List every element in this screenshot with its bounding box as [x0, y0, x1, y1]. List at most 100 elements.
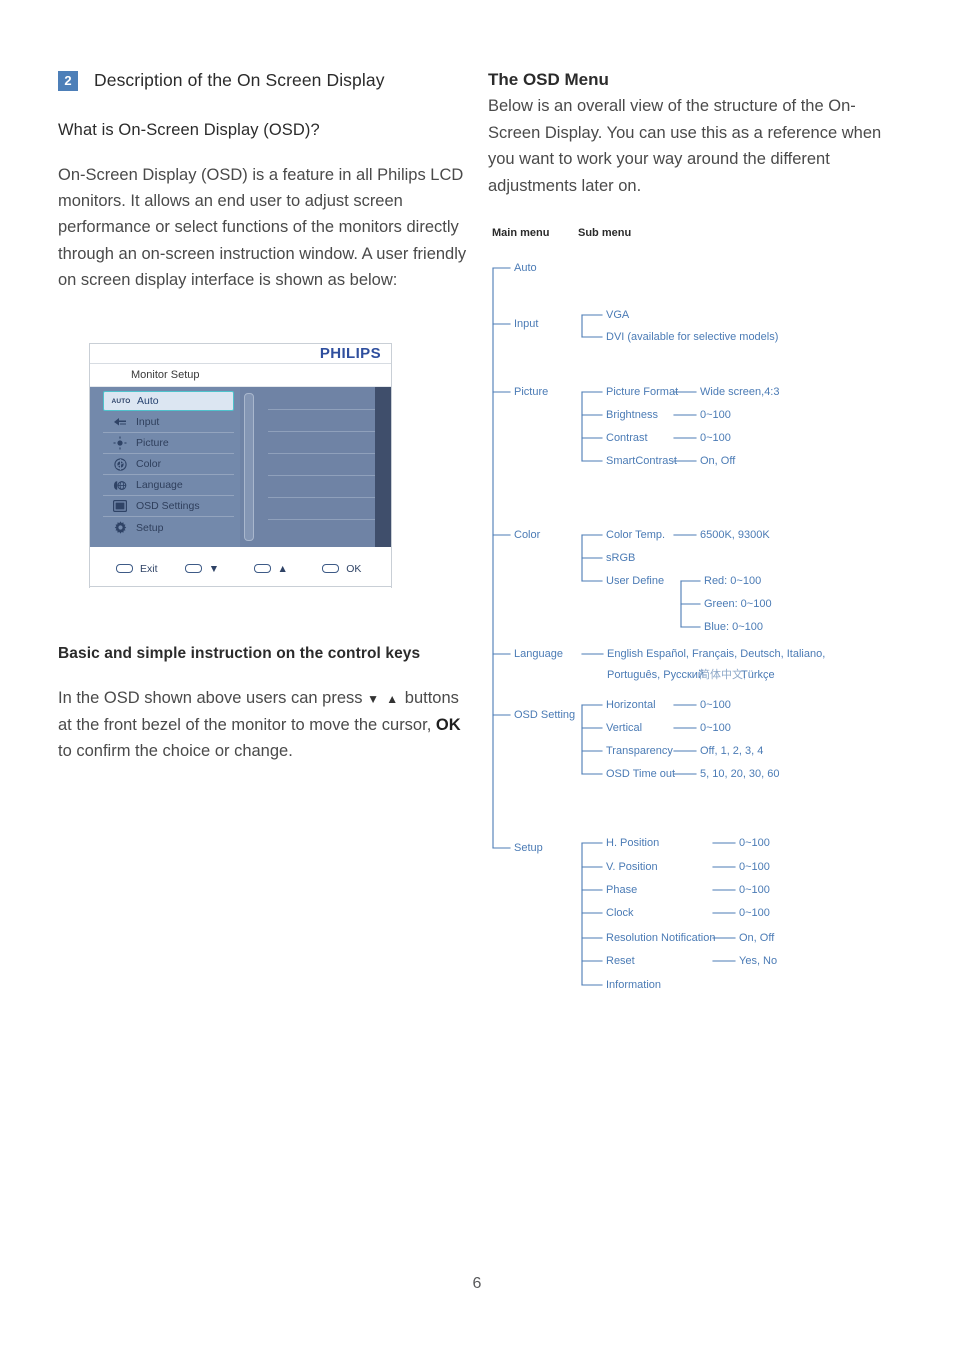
- tree-sub-contrast: Contrast: [606, 432, 648, 444]
- tree-val-green: Green: 0~100: [704, 598, 772, 610]
- down-arrow-icon: ▼: [208, 562, 220, 575]
- osd-menu-item-picture[interactable]: Picture: [103, 433, 234, 454]
- input-icon: [113, 415, 127, 429]
- subheading-control-keys: Basic and simple instruction on the cont…: [58, 645, 421, 662]
- osd-body: AUTO Auto Input Picture Color Language O…: [90, 387, 391, 547]
- section-number-badge: 2: [58, 70, 78, 91]
- osd-menu-item-label: Setup: [136, 521, 164, 534]
- left-column: 2 Description of the On Screen Display W…: [58, 70, 468, 293]
- osd-row-divider: [268, 497, 375, 498]
- language-icon: [113, 478, 127, 492]
- tree-val-clock: 0~100: [739, 907, 770, 919]
- tree-val-brightness: 0~100: [700, 409, 731, 421]
- osd-row-divider: [268, 519, 375, 520]
- button-pill-icon: [184, 564, 202, 573]
- osd-button-label: Exit: [140, 562, 158, 575]
- osd-button-ok[interactable]: OK: [322, 563, 391, 575]
- tree-val-transparency: Off, 1, 2, 3, 4: [700, 745, 764, 757]
- tree-sub-h-position: H. Position: [606, 837, 660, 849]
- osd-button-label: OK: [346, 562, 362, 575]
- osd-button-exit[interactable]: Exit: [116, 563, 185, 575]
- tree-val-horizontal: 0~100: [700, 699, 731, 711]
- osd-menu-item-language[interactable]: Language: [103, 475, 234, 496]
- tree-sub-reset: Reset: [606, 955, 635, 967]
- osd-menu-item-label: Language: [136, 479, 183, 491]
- tree-val-smartcontrast: On, Off: [700, 455, 736, 467]
- osd-menu-item-label: Input: [136, 416, 160, 428]
- osd-menu-item-label: Picture: [136, 437, 169, 449]
- osd-button-up[interactable]: ▲: [253, 562, 323, 575]
- tree-sub-color-temp: Color Temp.: [606, 529, 666, 541]
- tree-node-input: Input: [514, 318, 539, 330]
- tree-val-picture-format: Wide screen,4:3: [700, 386, 780, 398]
- tree-sub-horizontal: Horizontal: [606, 699, 656, 711]
- arrow-glyphs-icon: ▼ ▲: [367, 692, 401, 706]
- section-heading: 2 Description of the On Screen Display: [58, 70, 468, 91]
- right-column: The OSD Menu Below is an overall view of…: [488, 70, 908, 199]
- subheading-what-is-osd: What is On-Screen Display (OSD)?: [58, 121, 320, 139]
- tree-val-red: Red: 0~100: [704, 575, 762, 587]
- tree-sub-vertical: Vertical: [606, 722, 643, 734]
- tree-sub-osd-time-out: OSD Time out: [606, 768, 676, 780]
- tree-val-language-line2a: Português, Русский: [607, 669, 705, 681]
- tree-val-osd-time-out: 5, 10, 20, 30, 60: [700, 768, 780, 780]
- tree-val-color-temp: 6500K, 9300K: [700, 529, 770, 541]
- button-pill-icon: [253, 564, 271, 573]
- tree-node-language: Language: [514, 648, 563, 660]
- osd-menu-item-auto[interactable]: AUTO Auto: [103, 391, 234, 411]
- tree-sub-phase: Phase: [606, 884, 638, 896]
- osd-menu-item-setup[interactable]: Setup: [103, 517, 234, 538]
- osd-menu-item-osd-settings[interactable]: OSD Settings: [103, 496, 234, 517]
- osd-row-divider: [268, 409, 375, 410]
- paragraph-osd-menu-intro: Below is an overall view of the structur…: [488, 97, 882, 195]
- up-arrow-icon: ▲: [277, 562, 288, 575]
- tree-sub-dvi: DVI (available for selective models): [606, 331, 779, 343]
- tree-val-vertical: 0~100: [700, 722, 731, 734]
- tree-sub-smartcontrast: SmartContrast: [606, 455, 677, 467]
- osd-row-divider: [268, 431, 375, 432]
- brightness-icon: [113, 436, 127, 450]
- osd-bottom-rule: [90, 586, 391, 587]
- auto-icon: AUTO: [111, 397, 131, 405]
- tree-val-h-position: 0~100: [739, 837, 770, 849]
- osd-button-down[interactable]: ▼: [184, 562, 254, 575]
- tree-val-v-position: 0~100: [739, 861, 770, 873]
- tree-node-auto: Auto: [514, 262, 537, 274]
- paragraph-control-keys: In the OSD shown above users can press ▼…: [58, 685, 470, 765]
- osd-screenshot-figure: PHILIPS Monitor Setup AUTO Auto Input Pi…: [89, 343, 392, 589]
- tree-sub-user-define: User Define: [606, 575, 665, 587]
- tree-node-osd-setting: OSD Setting: [514, 709, 576, 721]
- osd-window-title: Monitor Setup: [90, 364, 391, 387]
- osd-scrollbar[interactable]: [244, 393, 254, 541]
- tree-sub-v-position: V. Position: [606, 861, 658, 873]
- osd-menu-list: AUTO Auto Input Picture Color Language O…: [90, 387, 240, 547]
- color-wheel-icon: [113, 457, 127, 471]
- osd-menu-item-color[interactable]: Color: [103, 454, 234, 475]
- philips-logo: PHILIPS: [319, 345, 381, 362]
- tree-sub-clock: Clock: [606, 907, 634, 919]
- tree-sub-resolution-notification: Resolution Notification: [606, 932, 716, 944]
- tree-val-language-line1: English Español, Français, Deutsch, Ital…: [607, 648, 826, 660]
- heading-the-osd-menu: The OSD Menu: [488, 70, 609, 89]
- osd-brand-bar: PHILIPS: [90, 344, 391, 364]
- tree-sub-srgb: sRGB: [606, 552, 636, 564]
- osd-row-divider: [268, 475, 375, 476]
- page-title: Description of the On Screen Display: [94, 70, 385, 90]
- page-number: 6: [472, 1275, 482, 1292]
- osd-value-pane: [240, 387, 391, 547]
- paragraph-osd-description: On-Screen Display (OSD) is a feature in …: [58, 166, 467, 289]
- button-pill-icon: [116, 564, 133, 573]
- tree-val-reset: Yes, No: [739, 955, 778, 967]
- tree-sub-picture-format: Picture Format: [606, 386, 679, 398]
- tree-node-picture: Picture: [514, 386, 549, 398]
- osd-menu-item-label: OSD Settings: [136, 500, 200, 512]
- osd-menu-item-label: Auto: [137, 395, 159, 407]
- tree-val-blue: Blue: 0~100: [704, 621, 764, 633]
- document-page: 2 Description of the On Screen Display W…: [0, 0, 954, 1350]
- osd-menu-item-input[interactable]: Input: [103, 412, 234, 433]
- osd-menu-tree: Main menu Sub menu Auto Input Picture Co…: [488, 222, 918, 1012]
- tree-sub-transparency: Transparency: [606, 745, 673, 757]
- tree-val-resolution-notification: On, Off: [739, 932, 775, 944]
- left-column-lower: Basic and simple instruction on the cont…: [58, 645, 470, 765]
- tree-sub-brightness: Brightness: [606, 409, 658, 421]
